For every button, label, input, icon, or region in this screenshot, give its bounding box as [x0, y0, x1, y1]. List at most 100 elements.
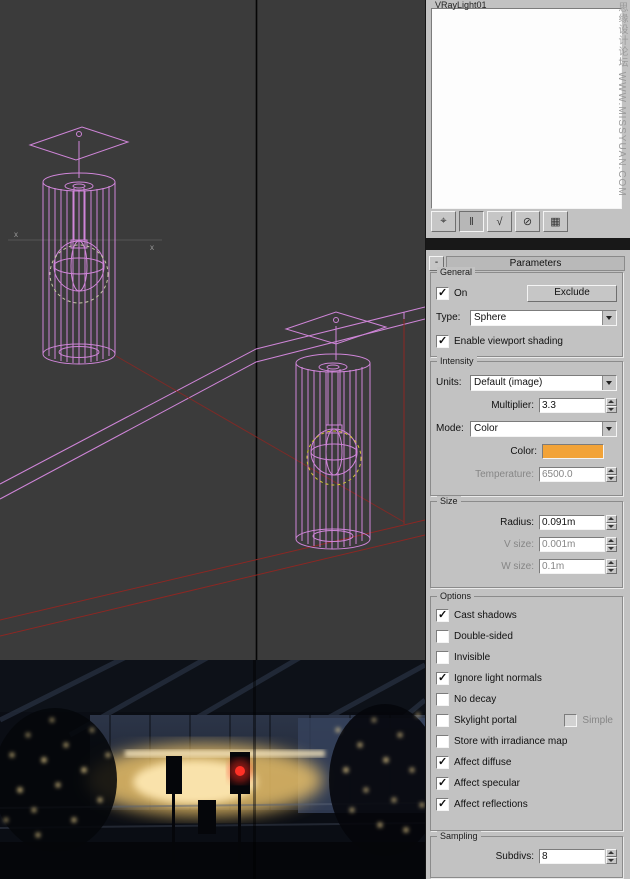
modifier-stack-list[interactable] — [431, 8, 622, 209]
cast-shadows-checkbox[interactable] — [436, 609, 449, 622]
double-sided-label: Double-sided — [454, 631, 513, 642]
affect-specular-checkbox[interactable] — [436, 777, 449, 790]
affect-reflections-label: Affect reflections — [454, 799, 528, 810]
spinner-up-icon[interactable] — [606, 849, 617, 857]
chevron-down-icon[interactable] — [602, 311, 616, 325]
sampling-group-title: Sampling — [437, 831, 481, 841]
on-label: On — [454, 288, 467, 299]
spinner-down-icon[interactable] — [606, 475, 617, 483]
on-checkbox[interactable] — [436, 287, 449, 300]
spinner-up-icon[interactable] — [606, 467, 617, 475]
spinner-down-icon[interactable] — [606, 406, 617, 414]
affect-specular-label: Affect specular — [454, 778, 520, 789]
chevron-down-icon[interactable] — [602, 422, 616, 436]
options-group: Options Cast shadows Double-sided Invisi… — [430, 596, 623, 831]
size-group-title: Size — [437, 496, 461, 506]
spinner-down-icon[interactable] — [606, 857, 617, 865]
modifier-stack-toolbar: ⌖ ‖ √ ⊘ ▦ — [431, 211, 568, 232]
mode-label: Mode: — [436, 423, 470, 434]
exclude-button[interactable]: Exclude — [527, 285, 617, 302]
store-with-irradiance-map-checkbox[interactable] — [436, 735, 449, 748]
affect-diffuse-label: Affect diffuse — [454, 757, 511, 768]
intensity-group: Intensity Units: Default (image) Multipl… — [430, 361, 623, 496]
cast-shadows-label: Cast shadows — [454, 610, 517, 621]
units-label: Units: — [436, 377, 470, 388]
options-group-title: Options — [437, 591, 474, 601]
simple-checkbox[interactable] — [564, 714, 577, 727]
subdivs-value: 8 — [542, 851, 548, 862]
v-size-field[interactable]: 0.001m — [539, 537, 605, 552]
configure-modifier-sets-button[interactable]: ▦ — [543, 211, 568, 232]
no-decay-checkbox[interactable] — [436, 693, 449, 706]
radius-value: 0.091m — [542, 517, 575, 528]
mode-dropdown[interactable]: Color — [470, 421, 617, 437]
chevron-down-icon[interactable] — [602, 376, 616, 390]
spinner-up-icon[interactable] — [606, 515, 617, 523]
show-end-result-button[interactable]: ‖ — [459, 211, 484, 232]
double-sided-checkbox[interactable] — [436, 630, 449, 643]
affect-diffuse-checkbox[interactable] — [436, 756, 449, 769]
enable-viewport-shading-label: Enable viewport shading — [454, 336, 563, 347]
v-size-label: V size: — [436, 539, 539, 550]
spinner-down-icon[interactable] — [606, 545, 617, 553]
skylight-portal-label: Skylight portal — [454, 715, 517, 726]
w-size-value: 0.1m — [542, 561, 564, 572]
spinner-up-icon[interactable] — [606, 398, 617, 406]
temperature-field[interactable]: 6500.0 — [539, 467, 605, 482]
temperature-spinner[interactable] — [606, 467, 617, 482]
viewport-background-photo — [0, 660, 425, 879]
viewport-canvas[interactable]: x x — [0, 0, 425, 660]
w-size-spinner[interactable] — [606, 559, 617, 574]
v-size-spinner[interactable] — [606, 537, 617, 552]
simple-label: Simple — [582, 715, 613, 726]
skylight-portal-checkbox[interactable] — [436, 714, 449, 727]
viewport[interactable]: x x — [0, 0, 425, 660]
spinner-down-icon[interactable] — [606, 523, 617, 531]
general-group-title: General — [437, 267, 475, 277]
subdivs-field[interactable]: 8 — [539, 849, 605, 864]
sampling-group: Sampling Subdivs: 8 — [430, 836, 623, 878]
app-window: x x — [0, 0, 630, 879]
intensity-group-title: Intensity — [437, 356, 477, 366]
size-group: Size Radius: 0.091m V size: 0.001m — [430, 501, 623, 588]
spinner-down-icon[interactable] — [606, 567, 617, 575]
remove-modifier-button[interactable]: ⊘ — [515, 211, 540, 232]
multiplier-value: 3.3 — [542, 400, 556, 411]
make-unique-button[interactable]: √ — [487, 211, 512, 232]
photo-canvas — [0, 660, 425, 879]
w-size-field[interactable]: 0.1m — [539, 559, 605, 574]
panel-separator — [426, 238, 630, 250]
temperature-value: 6500.0 — [542, 469, 573, 480]
affect-reflections-checkbox[interactable] — [436, 798, 449, 811]
subdivs-label: Subdivs: — [436, 851, 539, 862]
viewport-background — [0, 0, 425, 660]
radius-spinner[interactable] — [606, 515, 617, 530]
type-value: Sphere — [471, 311, 602, 325]
axis-label-x-right: x — [150, 243, 154, 252]
enable-viewport-shading-checkbox[interactable] — [436, 335, 449, 348]
spinner-up-icon[interactable] — [606, 559, 617, 567]
multiplier-spinner[interactable] — [606, 398, 617, 413]
subdivs-spinner[interactable] — [606, 849, 617, 864]
red-traffic-light — [235, 766, 245, 776]
units-dropdown[interactable]: Default (image) — [470, 375, 617, 391]
v-size-value: 0.001m — [542, 539, 575, 550]
invisible-checkbox[interactable] — [436, 651, 449, 664]
multiplier-field[interactable]: 3.3 — [539, 398, 605, 413]
ignore-light-normals-checkbox[interactable] — [436, 672, 449, 685]
radius-label: Radius: — [436, 517, 539, 528]
pin-stack-button[interactable]: ⌖ — [431, 211, 456, 232]
radius-field[interactable]: 0.091m — [539, 515, 605, 530]
invisible-label: Invisible — [454, 652, 490, 663]
object-name-label: VRayLight01 — [435, 0, 487, 10]
light-color-swatch[interactable] — [542, 444, 604, 459]
watermark: 思缘设计论坛 WWW.MISSYUAN.COM — [614, 2, 629, 232]
spinner-up-icon[interactable] — [606, 537, 617, 545]
type-label: Type: — [436, 312, 470, 323]
multiplier-label: Multiplier: — [436, 400, 539, 411]
axis-label-x-left: x — [14, 230, 18, 239]
type-dropdown[interactable]: Sphere — [470, 310, 617, 326]
units-value: Default (image) — [471, 376, 602, 390]
mode-value: Color — [471, 422, 602, 436]
store-with-irradiance-map-label: Store with irradiance map — [454, 736, 567, 747]
